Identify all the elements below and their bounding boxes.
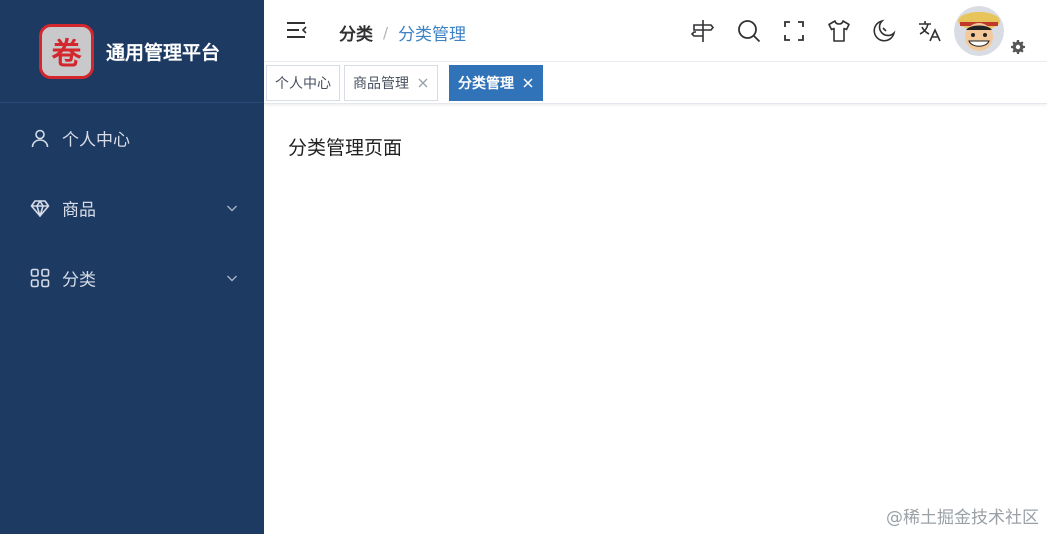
top-header: 分类 / 分类管理: [264, 0, 1047, 62]
grid-icon: [30, 268, 50, 288]
search-icon[interactable]: [736, 18, 762, 44]
sidebar-item-label: 分类: [62, 270, 96, 291]
app-title: 通用管理平台: [106, 41, 221, 64]
shirt-icon[interactable]: [826, 18, 852, 44]
signpost-icon[interactable]: [690, 18, 716, 44]
close-icon[interactable]: [522, 77, 534, 89]
sidebar-item-category[interactable]: 分类: [0, 250, 264, 306]
tab-profile[interactable]: 个人中心: [266, 65, 340, 101]
watermark: @稀土掘金技术社区: [886, 508, 1039, 528]
chevron-down-icon: [227, 205, 237, 212]
user-icon: [31, 129, 49, 148]
tab-label: 商品管理: [353, 76, 409, 92]
breadcrumb: 分类 / 分类管理: [339, 20, 467, 46]
logo-area[interactable]: 卷 通用管理平台: [0, 0, 264, 103]
sidebar-item-label: 个人中心: [62, 130, 130, 151]
gear-icon[interactable]: [1011, 40, 1025, 54]
avatar-image: [954, 6, 1004, 56]
logo-icon: 卷: [39, 23, 94, 79]
breadcrumb-item-current: 分类管理: [398, 25, 467, 45]
sidebar-item-goods[interactable]: 商品: [0, 180, 264, 236]
tab-category-management[interactable]: 分类管理: [449, 65, 543, 101]
sidebar: 卷 通用管理平台 个人中心 商品 分类: [0, 0, 264, 534]
breadcrumb-separator: /: [383, 23, 389, 42]
tab-goods-management[interactable]: 商品管理: [344, 65, 438, 101]
breadcrumb-item[interactable]: 分类: [339, 20, 373, 45]
sidebar-item-profile[interactable]: 个人中心: [0, 110, 264, 166]
page-content-text: 分类管理页面: [288, 137, 403, 159]
menu-fold-icon[interactable]: [286, 20, 308, 40]
tabs-bar: 个人中心 商品管理 分类管理: [264, 62, 1047, 104]
sidebar-item-label: 商品: [62, 200, 96, 221]
fullscreen-icon[interactable]: [781, 18, 807, 44]
avatar[interactable]: [954, 6, 1004, 56]
tab-label: 分类管理: [458, 76, 514, 92]
gem-icon: [30, 200, 50, 217]
tab-label: 个人中心: [275, 76, 331, 92]
chevron-down-icon: [227, 275, 237, 282]
translate-icon[interactable]: [916, 18, 942, 44]
moon-icon[interactable]: [871, 18, 897, 44]
close-icon[interactable]: [417, 77, 429, 89]
